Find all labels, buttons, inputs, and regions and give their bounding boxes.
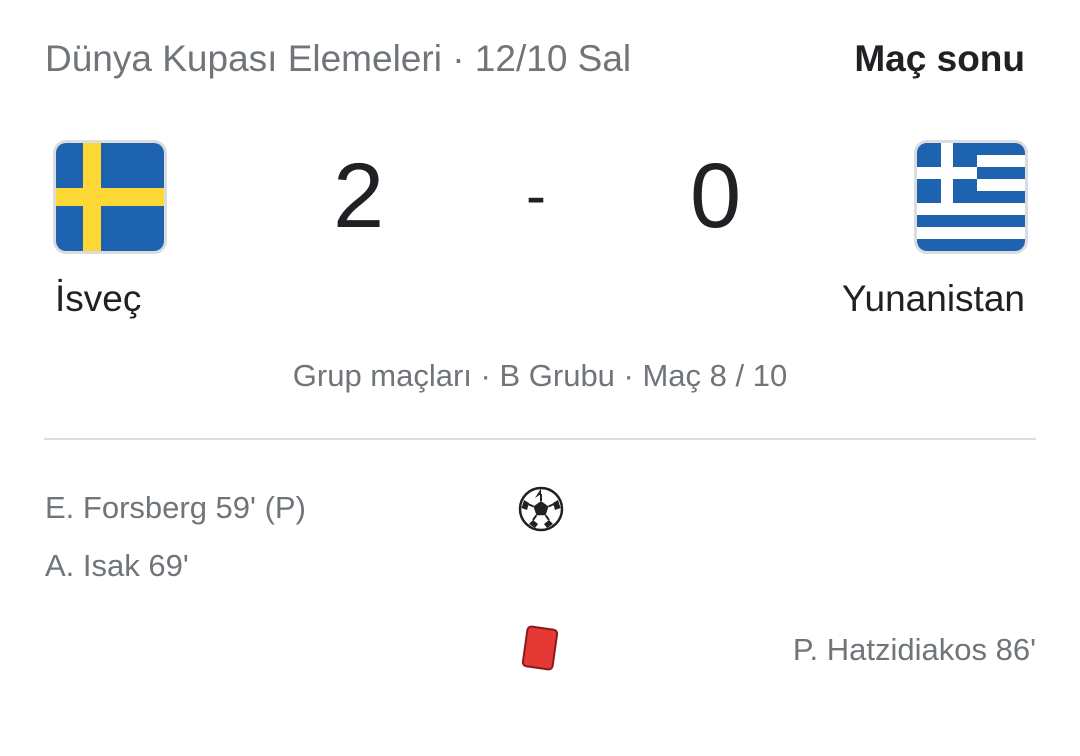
competition-date: Dünya Kupası Elemeleri · 12/10 Sal [45, 38, 632, 79]
home-goal-event: E. Forsberg 59' (P) [45, 490, 306, 525]
home-team-name[interactable]: İsveç [55, 278, 141, 320]
away-team-name[interactable]: Yunanistan [842, 278, 1025, 320]
soccer-ball-icon [518, 486, 564, 532]
home-goal-event: A. Isak 69' [45, 548, 189, 583]
match-status: Maç sonu [854, 38, 1025, 79]
away-score: 0 [690, 145, 742, 247]
greece-flag-icon [917, 143, 1025, 251]
score-separator: - [526, 162, 546, 229]
sweden-flag-icon [56, 143, 164, 251]
divider [44, 438, 1036, 440]
red-card-icon [519, 624, 561, 672]
home-score: 2 [333, 145, 385, 247]
away-red-card-event: P. Hatzidiakos 86' [792, 632, 1036, 667]
match-stage: Grup maçları · B Grubu · Maç 8 / 10 [292, 358, 788, 393]
